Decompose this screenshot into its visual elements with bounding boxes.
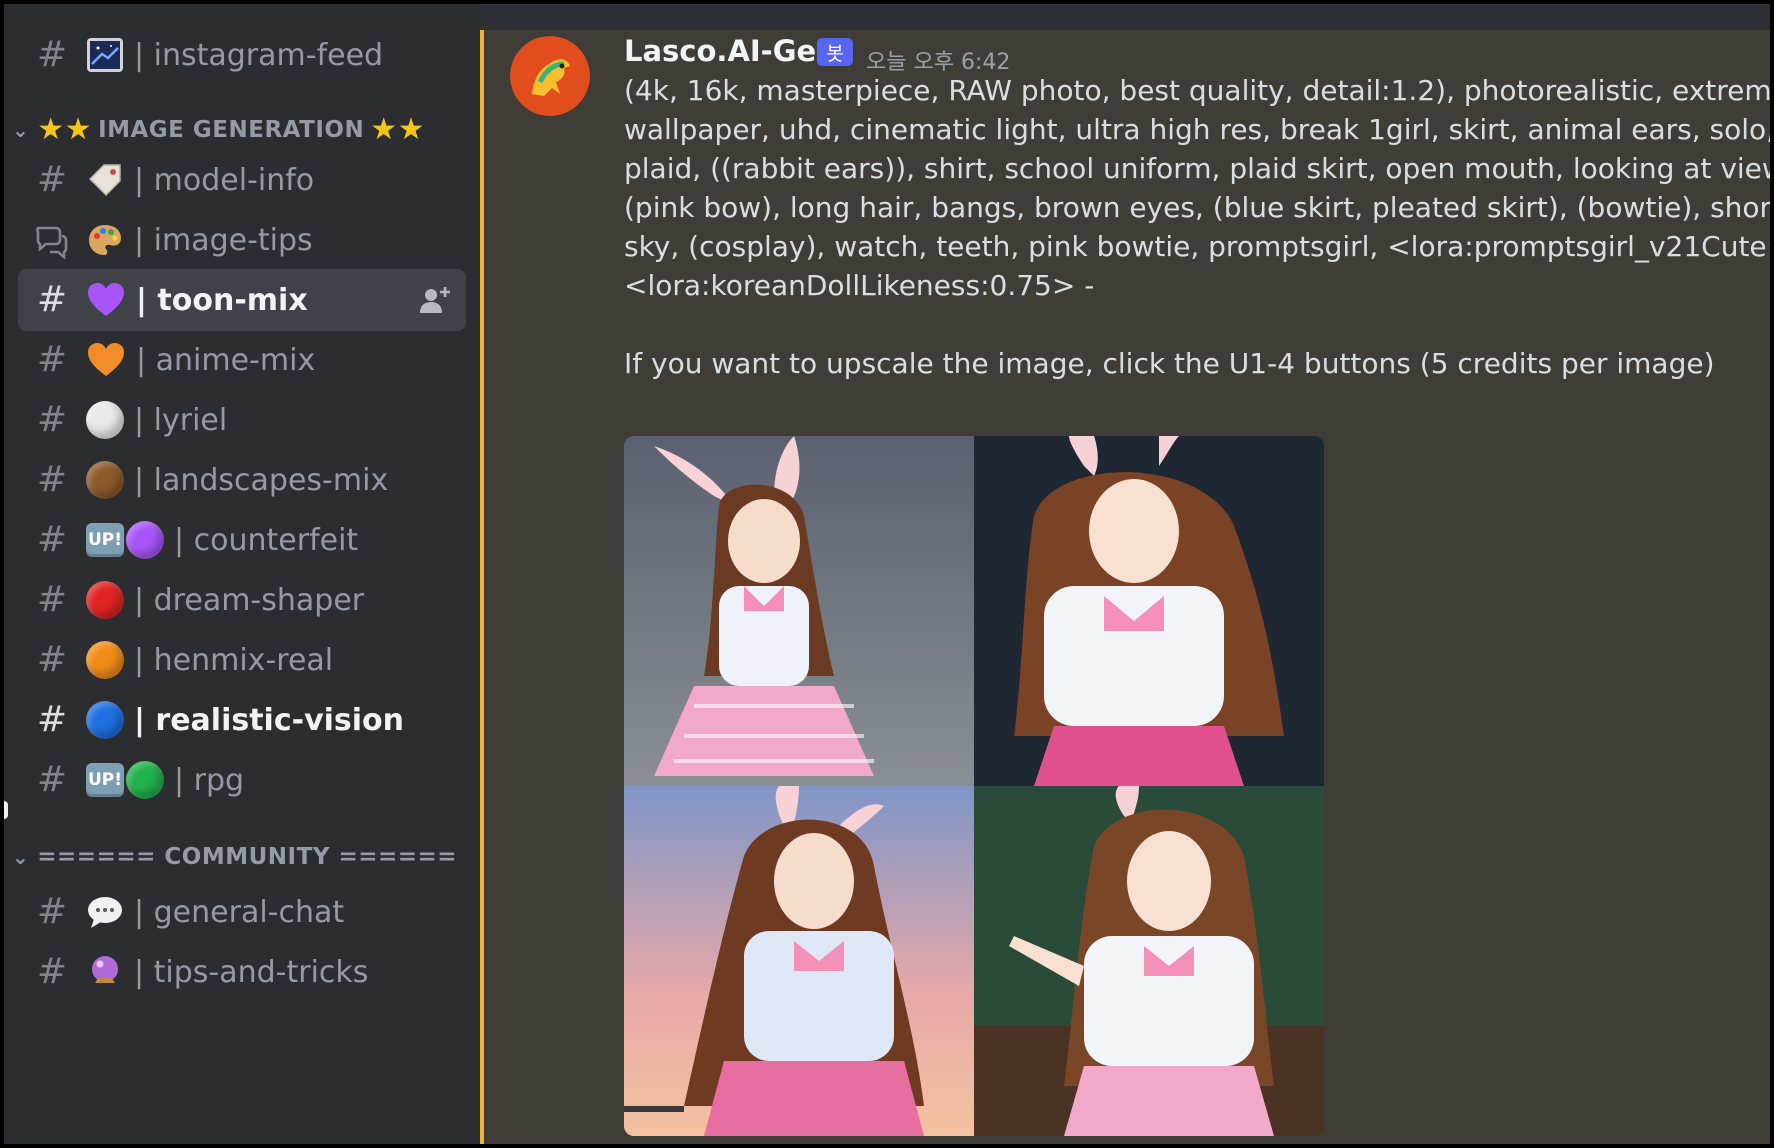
hashtag-icon: # bbox=[36, 699, 68, 740]
forum-icon bbox=[36, 226, 68, 260]
channel-henmix-real[interactable]: # | henmix-real bbox=[18, 629, 466, 691]
channel-anime-mix[interactable]: # | anime-mix bbox=[18, 329, 466, 391]
orange-circle-icon bbox=[86, 641, 124, 679]
bot-tag-badge: 봇 bbox=[817, 38, 853, 66]
category-label: IMAGE GENERATION bbox=[98, 116, 365, 143]
hashtag-icon: # bbox=[36, 891, 68, 932]
channel-counterfeit[interactable]: # UP! | counterfeit bbox=[18, 509, 466, 571]
hashtag-icon: # bbox=[36, 339, 68, 380]
crystal-ball-icon bbox=[92, 956, 118, 983]
message-timestamp: 오늘 오후 6:42 bbox=[866, 50, 1011, 75]
prompt-line: plaid, ((rabbit ears)), shirt, school un… bbox=[624, 152, 1770, 185]
channel-rpg[interactable]: # UP! | rpg bbox=[18, 749, 466, 811]
channel-label: | realistic-vision bbox=[134, 702, 405, 738]
channel-label: | dream-shaper bbox=[134, 582, 365, 618]
channel-label: | landscapes-mix bbox=[134, 462, 389, 498]
channel-dream-shaper[interactable]: # | dream-shaper bbox=[18, 569, 466, 631]
hashtag-icon: # bbox=[36, 459, 68, 500]
bot-avatar[interactable] bbox=[510, 36, 590, 116]
hashtag-icon: # bbox=[36, 579, 68, 620]
channel-label: | counterfeit bbox=[174, 522, 359, 558]
category-label: ====== COMMUNITY ====== bbox=[37, 844, 458, 870]
orange-heart-icon bbox=[88, 343, 124, 376]
chevron-down-icon: ⌄ bbox=[12, 845, 30, 869]
channel-landscapes-mix[interactable]: # | landscapes-mix bbox=[18, 449, 466, 511]
channel-label: | anime-mix bbox=[136, 342, 316, 378]
channel-realistic-vision[interactable]: # | realistic-vision bbox=[18, 689, 466, 751]
channel-tips-and-tricks[interactable]: # | tips-and-tricks bbox=[18, 941, 466, 1003]
hashtag-icon: # bbox=[36, 34, 68, 75]
category-image-generation[interactable]: ⌄ ★★ IMAGE GENERATION ★★ bbox=[12, 112, 425, 147]
brown-circle-icon bbox=[86, 461, 124, 499]
artist-palette-icon bbox=[89, 225, 121, 255]
generated-image-2[interactable] bbox=[974, 436, 1324, 786]
channel-label: | tips-and-tricks bbox=[134, 954, 369, 990]
generated-image-4[interactable] bbox=[974, 786, 1324, 1136]
channel-label: | model-info bbox=[134, 162, 315, 198]
star-icon: ★★ bbox=[370, 112, 426, 147]
white-circle-icon bbox=[86, 401, 124, 439]
purple-circle-icon bbox=[126, 521, 164, 559]
channel-sidebar: # | instagram-feed ⌄ ★★ IMAGE GENERATION… bbox=[4, 4, 480, 1144]
category-community[interactable]: ⌄ ====== COMMUNITY ====== bbox=[12, 844, 457, 870]
blue-circle-icon bbox=[86, 701, 124, 739]
message-author[interactable]: Lasco.AI-Gen bbox=[624, 34, 837, 68]
discord-window: # | instagram-feed ⌄ ★★ IMAGE GENERATION… bbox=[4, 4, 1770, 1144]
upscale-note: If you want to upscale the image, click … bbox=[624, 347, 1715, 380]
prompt-line: (4k, 16k, masterpiece, RAW photo, best q… bbox=[624, 74, 1770, 107]
hashtag-icon: # bbox=[36, 639, 68, 680]
channel-label: | rpg bbox=[174, 762, 245, 798]
channel-model-info[interactable]: # | model-info bbox=[18, 149, 466, 211]
hashtag-icon: # bbox=[36, 159, 68, 200]
hashtag-icon: # bbox=[36, 951, 68, 992]
channel-lyriel[interactable]: # | lyriel bbox=[18, 389, 466, 451]
hashtag-icon: # bbox=[36, 279, 68, 320]
generated-image-3[interactable] bbox=[624, 786, 974, 1136]
purple-heart-icon bbox=[88, 283, 124, 316]
channel-label: | image-tips bbox=[134, 222, 313, 258]
prompt-line: wallpaper, uhd, cinematic light, ultra h… bbox=[624, 113, 1770, 146]
channel-label: | henmix-real bbox=[134, 642, 334, 678]
previous-message-area bbox=[480, 4, 1770, 30]
add-member-icon[interactable] bbox=[418, 283, 452, 317]
hashtag-icon: # bbox=[36, 519, 68, 560]
channel-instagram-feed[interactable]: # | instagram-feed bbox=[18, 24, 466, 86]
unread-indicator bbox=[4, 801, 8, 819]
channel-label: | general-chat bbox=[134, 894, 345, 930]
label-tag-icon bbox=[88, 164, 121, 197]
prompt-line: <lora:koreanDollLikeness:0.75> - bbox=[624, 269, 1095, 302]
mention-highlight-bar bbox=[480, 30, 484, 1144]
channel-label: | lyriel bbox=[134, 402, 228, 438]
channel-image-tips[interactable]: | image-tips bbox=[18, 209, 466, 271]
chevron-down-icon: ⌄ bbox=[12, 117, 30, 142]
green-circle-icon bbox=[126, 761, 164, 799]
channel-toon-mix[interactable]: # | toon-mix bbox=[18, 269, 466, 331]
channel-label: | toon-mix bbox=[136, 282, 308, 318]
night-sky-picture-icon bbox=[87, 38, 123, 72]
generated-image-1[interactable] bbox=[624, 436, 974, 786]
star-icon: ★★ bbox=[37, 112, 93, 147]
channel-general-chat[interactable]: # | general-chat bbox=[18, 881, 466, 943]
up-badge-icon: UP! bbox=[86, 763, 124, 797]
prompt-line: (pink bow), long hair, bangs, brown eyes… bbox=[624, 191, 1770, 224]
speech-balloon-icon bbox=[88, 897, 122, 928]
hashtag-icon: # bbox=[36, 399, 68, 440]
red-circle-icon bbox=[86, 581, 124, 619]
hashtag-icon: # bbox=[36, 759, 68, 800]
prompt-line: sky, (cosplay), watch, teeth, pink bowti… bbox=[624, 230, 1770, 263]
up-badge-icon: UP! bbox=[86, 523, 124, 557]
channel-label: | instagram-feed bbox=[134, 37, 384, 73]
generated-image-grid[interactable] bbox=[624, 436, 1324, 1136]
